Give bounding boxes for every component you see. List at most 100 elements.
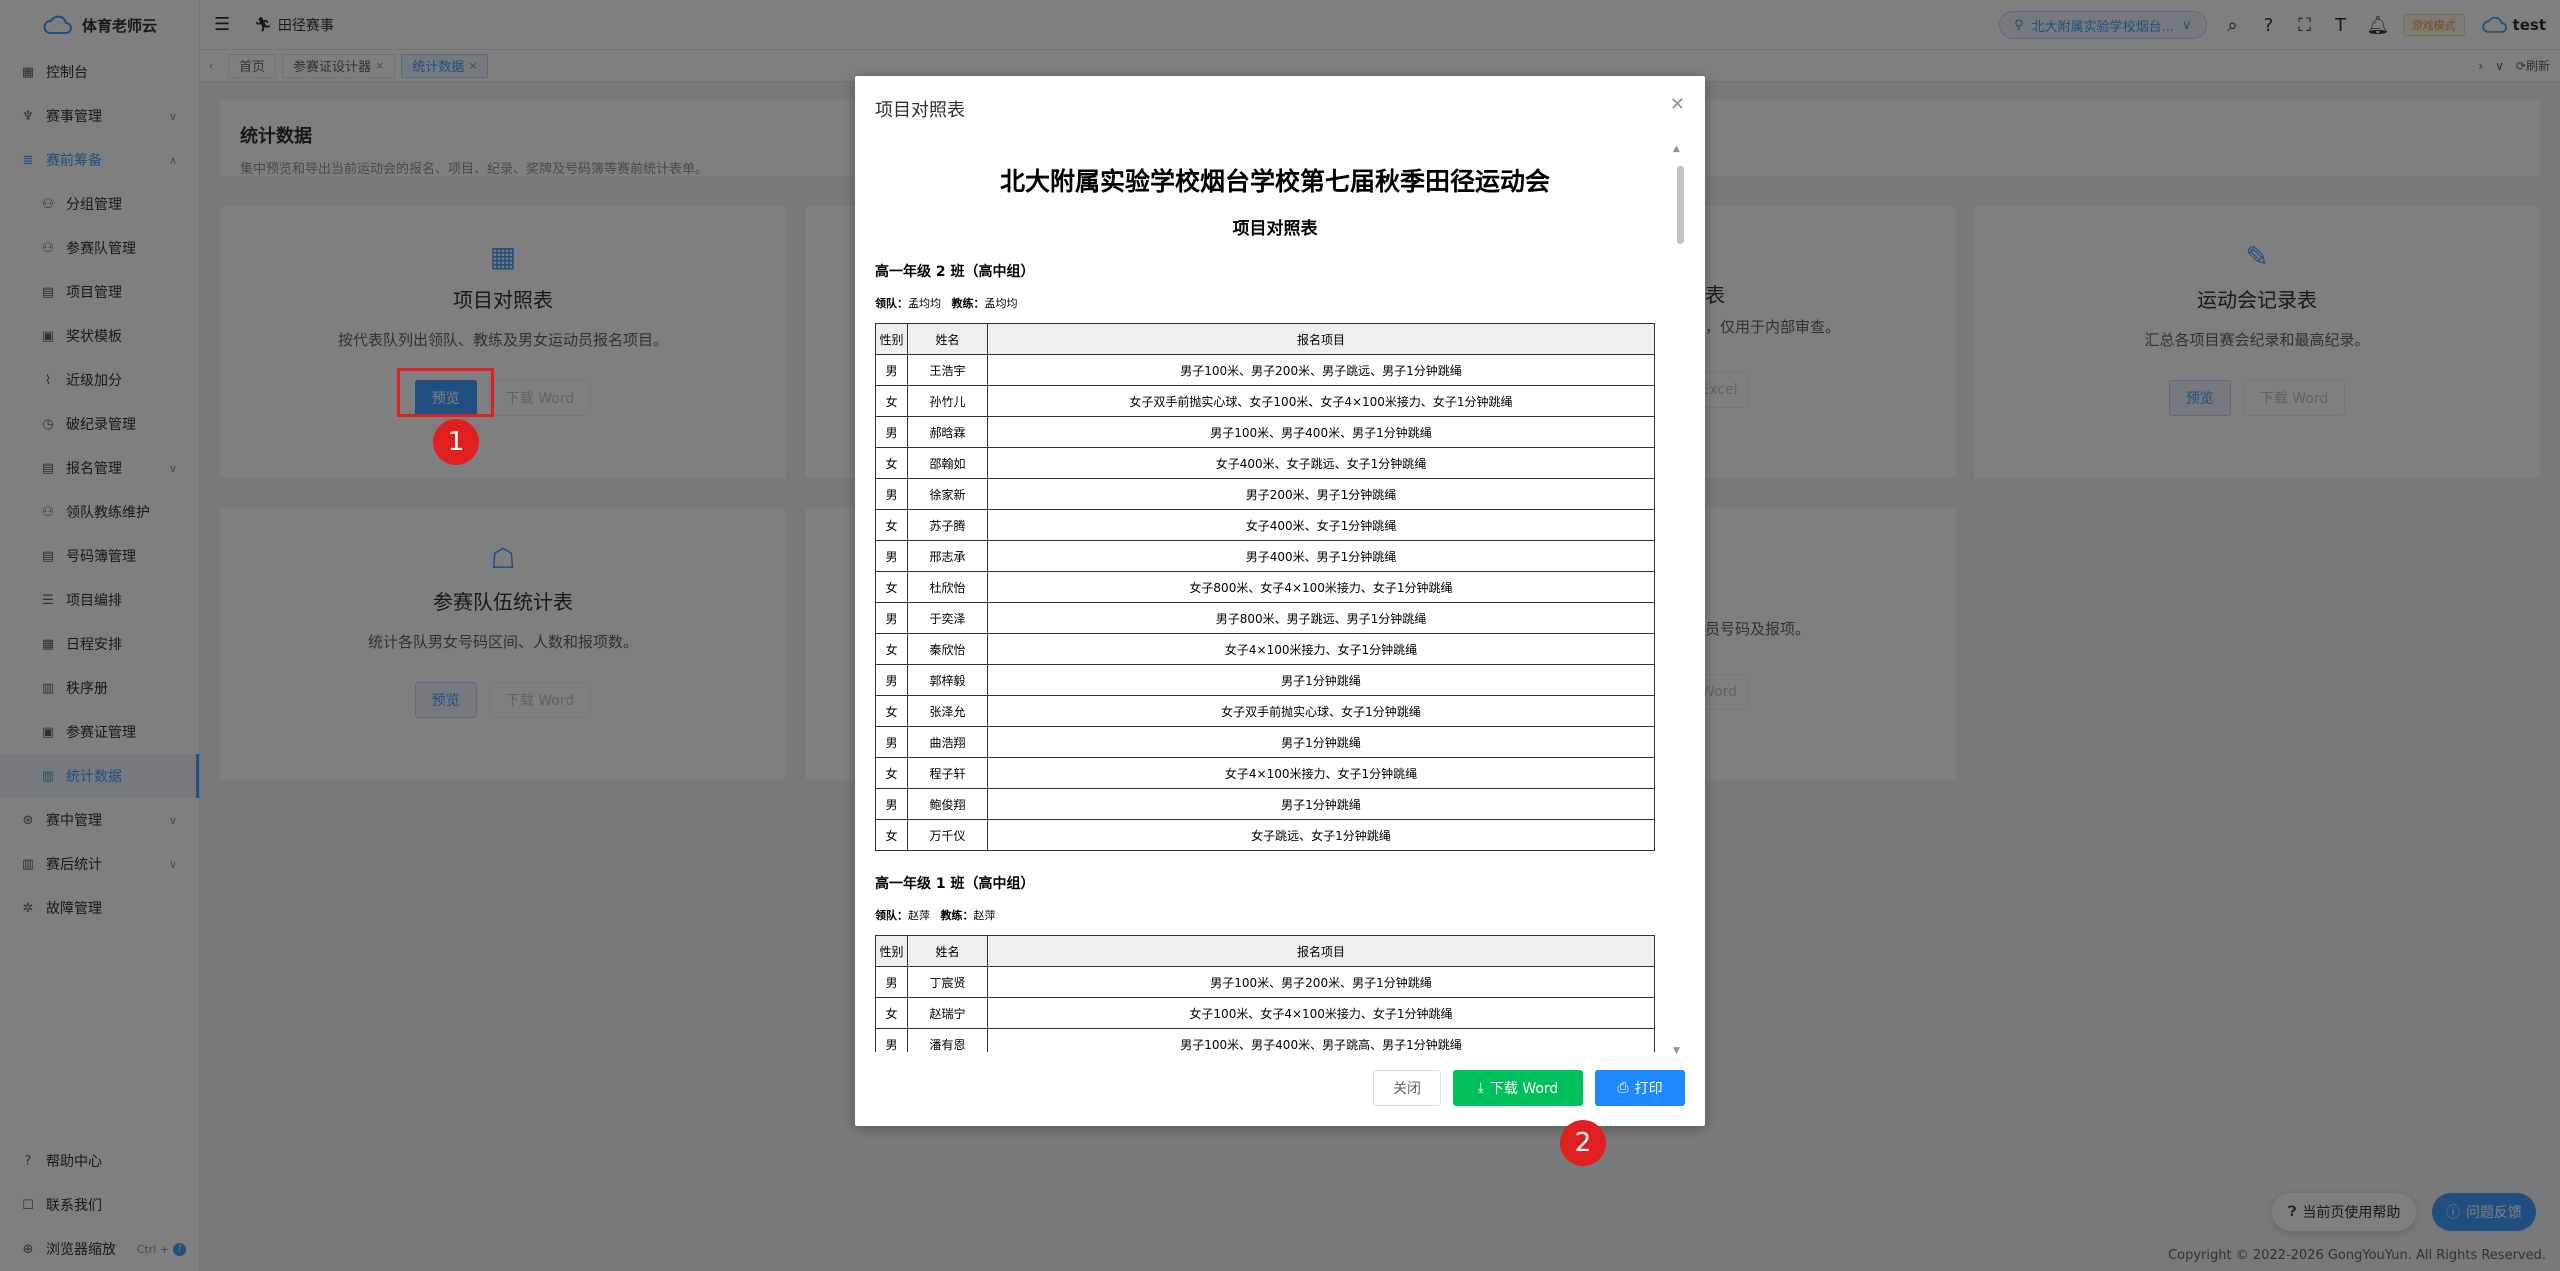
scroll-track bbox=[1675, 156, 1684, 1044]
name-cell: 邵翰如 bbox=[907, 447, 988, 479]
gender-cell: 女 bbox=[875, 509, 908, 541]
events-cell: 女子跳远、女子1分钟跳绳 bbox=[987, 819, 1655, 851]
name-cell: 程子轩 bbox=[907, 757, 988, 789]
gender-cell: 女 bbox=[875, 695, 908, 727]
gender-cell: 男 bbox=[875, 966, 908, 998]
name-cell: 郭梓毅 bbox=[907, 664, 988, 696]
table-row: 男邢志承 男子400米、男子1分钟跳绳 bbox=[875, 540, 1655, 572]
document-subtitle: 项目对照表 bbox=[1232, 219, 1318, 239]
gender-cell: 男 bbox=[875, 788, 908, 820]
document-preview[interactable]: 北大附属实验学校烟台学校第七届秋季田径运动会 项目对照表 高一年级 2 班（高中… bbox=[875, 146, 1675, 1052]
leader: 孟均均 bbox=[908, 297, 941, 310]
class-title: 高一年级 2 班（高中组） bbox=[875, 264, 1035, 280]
table-header: 性别 bbox=[875, 323, 908, 355]
gender-cell: 女 bbox=[875, 447, 908, 479]
preview-scrollbar[interactable]: ▲ ▼ bbox=[1672, 144, 1684, 1056]
table-row: 男王浩宇 男子100米、男子200米、男子跳远、男子1分钟跳绳 bbox=[875, 354, 1655, 386]
table-row: 女邵翰如 女子400米、女子跳远、女子1分钟跳绳 bbox=[875, 447, 1655, 479]
scroll-thumb[interactable] bbox=[1677, 166, 1684, 244]
gender-cell: 女 bbox=[875, 757, 908, 789]
download-icon: ⤓ bbox=[1477, 1080, 1484, 1096]
name-cell: 张泽允 bbox=[907, 695, 988, 727]
gender-cell: 男 bbox=[875, 478, 908, 510]
table-row: 女赵瑞宁 女子100米、女子4×100米接力、女子1分钟跳绳 bbox=[875, 997, 1655, 1029]
table-row: 男于奕泽 男子800米、男子跳远、男子1分钟跳绳 bbox=[875, 602, 1655, 634]
events-cell: 女子800米、女子4×100米接力、女子1分钟跳绳 bbox=[987, 571, 1655, 603]
table-row: 男曲浩翔 男子1分钟跳绳 bbox=[875, 726, 1655, 758]
coach: 赵萍 bbox=[973, 909, 996, 922]
gender-cell: 男 bbox=[875, 1028, 908, 1052]
events-cell: 女子4×100米接力、女子1分钟跳绳 bbox=[987, 633, 1655, 665]
gender-cell: 女 bbox=[875, 633, 908, 665]
events-cell: 女子双手前抛实心球、女子100米、女子4×100米接力、女子1分钟跳绳 bbox=[987, 385, 1655, 417]
name-cell: 徐家新 bbox=[907, 478, 988, 510]
dialog-title: 项目对照表 bbox=[875, 100, 965, 121]
events-cell: 女子400米、女子跳远、女子1分钟跳绳 bbox=[987, 447, 1655, 479]
download-word-button[interactable]: ⤓ 下载 Word bbox=[1453, 1070, 1583, 1106]
events-cell: 男子1分钟跳绳 bbox=[987, 788, 1655, 820]
gender-cell: 女 bbox=[875, 385, 908, 417]
table-row: 女万千仪 女子跳远、女子1分钟跳绳 bbox=[875, 819, 1655, 851]
annotation-marker-2: 2 bbox=[1560, 1120, 1606, 1166]
table-row: 男丁宸贤 男子100米、男子200米、男子1分钟跳绳 bbox=[875, 966, 1655, 998]
gender-cell: 女 bbox=[875, 571, 908, 603]
events-cell: 男子800米、男子跳远、男子1分钟跳绳 bbox=[987, 602, 1655, 634]
name-cell: 潘有恩 bbox=[907, 1028, 988, 1052]
name-cell: 郝晗霖 bbox=[907, 416, 988, 448]
table-row: 女程子轩 女子4×100米接力、女子1分钟跳绳 bbox=[875, 757, 1655, 789]
close-icon[interactable]: ✕ bbox=[1670, 94, 1685, 115]
name-cell: 赵瑞宁 bbox=[907, 997, 988, 1029]
name-cell: 丁宸贤 bbox=[907, 966, 988, 998]
events-cell: 女子400米、女子1分钟跳绳 bbox=[987, 509, 1655, 541]
coach-label: 教练： bbox=[951, 297, 985, 310]
gender-cell: 男 bbox=[875, 540, 908, 572]
name-cell: 王浩宇 bbox=[907, 354, 988, 386]
project-table-dialog: 项目对照表 ✕ 北大附属实验学校烟台学校第七届秋季田径运动会 项目对照表 高一年… bbox=[855, 76, 1705, 1126]
events-cell: 女子4×100米接力、女子1分钟跳绳 bbox=[987, 757, 1655, 789]
table-header: 报名项目 bbox=[987, 935, 1655, 967]
gender-cell: 男 bbox=[875, 726, 908, 758]
table-row: 男潘有恩 男子100米、男子400米、男子跳高、男子1分钟跳绳 bbox=[875, 1028, 1655, 1052]
coach-label: 教练： bbox=[940, 909, 974, 922]
table-row: 男郭梓毅 男子1分钟跳绳 bbox=[875, 664, 1655, 696]
events-cell: 男子100米、男子400米、男子1分钟跳绳 bbox=[987, 416, 1655, 448]
table-row: 男郝晗霖 男子100米、男子400米、男子1分钟跳绳 bbox=[875, 416, 1655, 448]
coach: 孟均均 bbox=[984, 297, 1018, 310]
table-header: 性别 bbox=[875, 935, 908, 967]
table-row: 女秦欣怡 女子4×100米接力、女子1分钟跳绳 bbox=[875, 633, 1655, 665]
annotation-marker-1: 1 bbox=[433, 419, 479, 465]
table-row: 女杜欣怡 女子800米、女子4×100米接力、女子1分钟跳绳 bbox=[875, 571, 1655, 603]
print-label: 打印 bbox=[1634, 1081, 1663, 1097]
leader: 赵萍 bbox=[908, 909, 930, 922]
download-word-label: 下载 Word bbox=[1489, 1081, 1559, 1097]
name-cell: 万千仪 bbox=[907, 819, 988, 851]
name-cell: 苏子腾 bbox=[907, 509, 988, 541]
table-row: 女孙竹儿 女子双手前抛实心球、女子100米、女子4×100米接力、女子1分钟跳绳 bbox=[875, 385, 1655, 417]
table-row: 男徐家新 男子200米、男子1分钟跳绳 bbox=[875, 478, 1655, 510]
name-cell: 秦欣怡 bbox=[907, 633, 988, 665]
events-cell: 女子100米、女子4×100米接力、女子1分钟跳绳 bbox=[987, 997, 1655, 1029]
gender-cell: 男 bbox=[875, 354, 908, 386]
name-cell: 杜欣怡 bbox=[907, 571, 988, 603]
close-button[interactable]: 关闭 bbox=[1373, 1070, 1441, 1106]
scroll-up-icon[interactable]: ▲ bbox=[1673, 144, 1680, 154]
events-cell: 男子100米、男子200米、男子跳远、男子1分钟跳绳 bbox=[987, 354, 1655, 386]
leader-label: 领队： bbox=[875, 909, 908, 922]
table-row: 男鲍俊翔 男子1分钟跳绳 bbox=[875, 788, 1655, 820]
registration-table: 性别 姓名 报名项目男丁宸贤 男子100米、男子200米、男子1分钟跳绳女赵瑞宁 女子1… bbox=[875, 935, 1655, 1052]
events-cell: 男子400米、男子1分钟跳绳 bbox=[987, 540, 1655, 572]
name-cell: 孙竹儿 bbox=[907, 385, 988, 417]
annotation-highlight-box bbox=[397, 368, 494, 417]
class-leader-line: 领队：孟均均 教练：孟均均 bbox=[875, 295, 1675, 311]
print-button[interactable]: ⎙ 打印 bbox=[1595, 1070, 1685, 1106]
scroll-down-icon[interactable]: ▼ bbox=[1673, 1046, 1680, 1056]
events-cell: 女子双手前抛实心球、女子1分钟跳绳 bbox=[987, 695, 1655, 727]
table-row: 女张泽允 女子双手前抛实心球、女子1分钟跳绳 bbox=[875, 695, 1655, 727]
name-cell: 曲浩翔 bbox=[907, 726, 988, 758]
gender-cell: 女 bbox=[875, 819, 908, 851]
class-leader-line: 领队：赵萍 教练：赵萍 bbox=[875, 907, 1675, 923]
gender-cell: 男 bbox=[875, 602, 908, 634]
events-cell: 男子100米、男子400米、男子跳高、男子1分钟跳绳 bbox=[987, 1028, 1655, 1052]
